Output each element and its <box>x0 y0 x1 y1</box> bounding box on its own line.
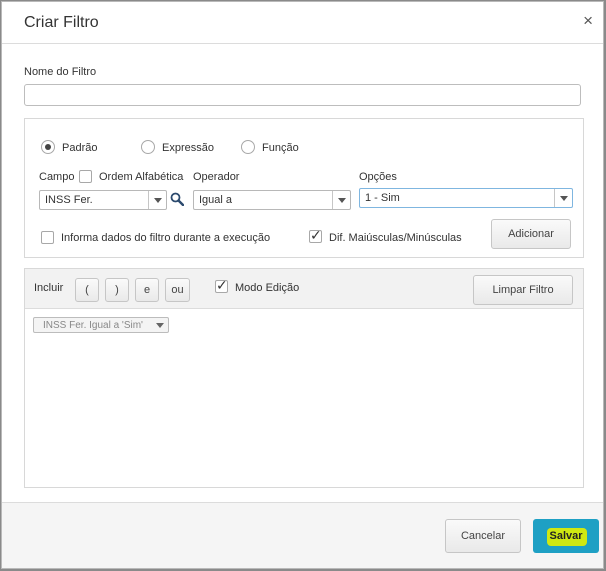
radio-padrao-label: Padrão <box>62 142 98 154</box>
operador-select[interactable]: Igual a <box>193 190 351 210</box>
radio-funcao-label: Função <box>262 142 299 154</box>
search-icon[interactable] <box>170 192 184 206</box>
campo-select-value: INSS Fer. <box>45 194 93 206</box>
expression-chip[interactable]: INSS Fer. Igual a 'Sim' <box>33 317 169 333</box>
filter-name-input[interactable] <box>24 84 581 106</box>
or-button[interactable]: ou <box>165 278 190 302</box>
criar-filtro-dialog: Criar Filtro × Nome do Filtro Padrão Exp… <box>1 1 604 569</box>
open-paren-button[interactable]: ( <box>75 278 99 302</box>
radio-padrao[interactable] <box>41 140 55 154</box>
close-paren-button[interactable]: ) <box>105 278 129 302</box>
campo-label: Campo <box>39 171 75 183</box>
dif-maiusculas-label: Dif. Maiúsculas/Minúsculas <box>329 232 462 244</box>
modo-edicao-label: Modo Edição <box>235 282 300 294</box>
opcoes-select-value: 1 - Sim <box>365 192 400 204</box>
and-button[interactable]: e <box>135 278 159 302</box>
filter-name-label: Nome do Filtro <box>24 66 97 78</box>
informa-dados-checkbox[interactable] <box>41 231 54 244</box>
dialog-title: Criar Filtro <box>24 14 99 31</box>
ordem-alfabetica-label: Ordem Alfabética <box>99 171 184 183</box>
chevron-down-icon <box>554 189 572 207</box>
chevron-down-icon <box>148 191 166 209</box>
condition-panel: Padrão Expressão Função Campo Ordem Alfa… <box>24 118 584 258</box>
close-icon[interactable]: × <box>583 11 593 31</box>
operador-label: Operador <box>193 171 240 183</box>
ordem-alfabetica-checkbox[interactable] <box>79 170 92 183</box>
opcoes-label: Opções <box>359 171 397 183</box>
radio-expressao[interactable] <box>141 140 155 154</box>
chevron-down-icon <box>332 191 350 209</box>
incluir-label: Incluir <box>34 282 64 294</box>
radio-funcao[interactable] <box>241 140 255 154</box>
expression-chip-text: INSS Fer. Igual a 'Sim' <box>43 320 143 331</box>
dialog-titlebar: Criar Filtro × <box>2 2 603 44</box>
save-button[interactable]: Salvar <box>533 519 599 553</box>
limpar-filtro-button[interactable]: Limpar Filtro <box>473 275 573 305</box>
cancel-button[interactable]: Cancelar <box>445 519 521 553</box>
modo-edicao-checkbox[interactable] <box>215 277 228 294</box>
opcoes-select[interactable]: 1 - Sim <box>359 188 573 208</box>
save-button-label: Salvar <box>549 530 583 542</box>
radio-expressao-label: Expressão <box>162 142 214 154</box>
adicionar-button[interactable]: Adicionar <box>491 219 571 249</box>
informa-dados-label: Informa dados do filtro durante a execuç… <box>61 232 271 244</box>
expression-toolbar: Incluir ( ) e ou Modo Edição Limpar Filt… <box>25 269 583 309</box>
campo-select[interactable]: INSS Fer. <box>39 190 167 210</box>
operador-select-value: Igual a <box>199 194 233 206</box>
dif-maiusculas-checkbox[interactable] <box>309 227 322 244</box>
expression-panel: Incluir ( ) e ou Modo Edição Limpar Filt… <box>24 268 584 488</box>
